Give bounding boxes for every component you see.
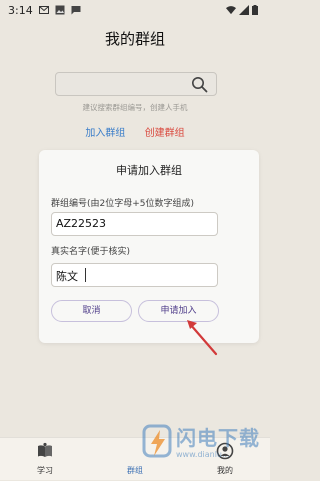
real-name-value: 陈文	[56, 270, 78, 283]
action-links: 加入群组 创建群组	[0, 124, 270, 139]
nav-item-study[interactable]: 学习	[0, 438, 90, 481]
battery-icon	[252, 5, 262, 15]
mail-icon	[38, 5, 49, 15]
book-icon	[36, 442, 54, 460]
status-bar: 3:14	[0, 0, 270, 20]
signal-icon	[239, 5, 249, 15]
real-name-label: 真实名字(便于核实)	[51, 247, 131, 257]
lightning-logo-icon	[142, 422, 174, 462]
search-icon[interactable]	[191, 76, 208, 93]
image-icon	[55, 5, 65, 15]
status-left: 3:14	[8, 4, 81, 17]
wifi-icon	[226, 5, 236, 15]
watermark-brand: 闪电下载	[176, 426, 260, 450]
group-id-field[interactable]: AZ22523	[51, 212, 218, 236]
search-input[interactable]	[60, 75, 188, 95]
chat-icon	[71, 5, 81, 15]
group-id-value: AZ22523	[56, 217, 107, 230]
join-group-link[interactable]: 加入群组	[85, 128, 125, 139]
search-box[interactable]	[55, 72, 217, 96]
cancel-button[interactable]: 取消	[51, 300, 132, 322]
group-id-label: 群组编号(由2位字母+5位数字组成)	[51, 199, 195, 209]
status-time: 3:14	[8, 3, 33, 17]
text-caret	[85, 268, 86, 282]
nav-label-study: 学习	[37, 466, 53, 475]
join-group-dialog: 申请加入群组 群组编号(由2位字母+5位数字组成) AZ22523 真实名字(便…	[39, 150, 259, 343]
search-hint: 建议搜索群组编号，创建人手机	[82, 103, 188, 112]
status-right	[226, 5, 262, 15]
page-title: 我的群组	[104, 30, 165, 48]
annotation-arrow-icon	[180, 314, 225, 359]
watermark-url: www.dianlu...	[176, 450, 230, 459]
create-group-link[interactable]: 创建群组	[145, 128, 185, 139]
real-name-field[interactable]: 陈文	[51, 263, 218, 287]
watermark: 闪电下载 www.dianlu...	[138, 418, 268, 472]
dialog-title: 申请加入群组	[116, 164, 182, 177]
